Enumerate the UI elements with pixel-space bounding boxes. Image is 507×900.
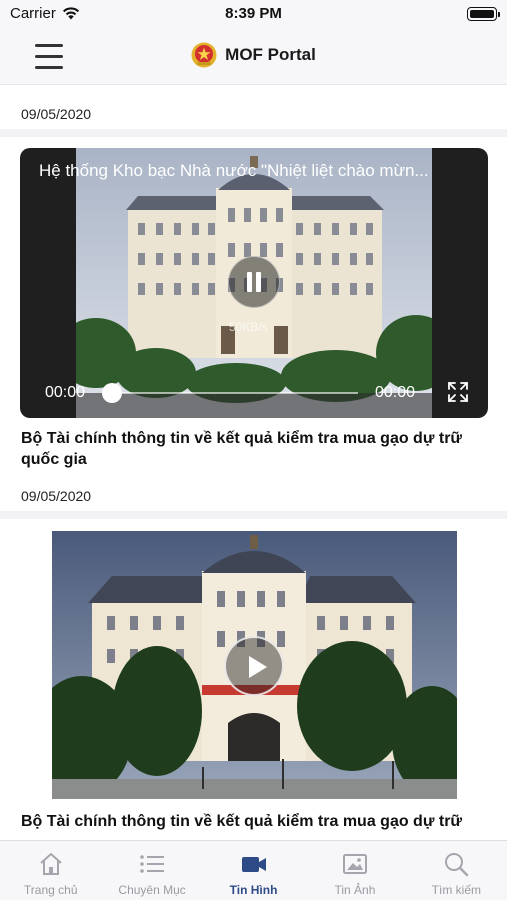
tab-chuyen-muc[interactable]: Chuyên Mục bbox=[101, 841, 202, 900]
search-icon bbox=[445, 853, 469, 877]
seek-bar[interactable] bbox=[112, 392, 358, 394]
tab-label: Tin Ảnh bbox=[334, 883, 376, 897]
duration: 00:00 bbox=[375, 384, 416, 401]
tab-bar: Trang chủ Chuyên Mục Tin Hình Tin Ảnh Tì… bbox=[0, 840, 507, 900]
item-date: 09/05/2020 bbox=[21, 488, 92, 504]
video-camera-icon bbox=[241, 857, 266, 872]
status-time: 8:39 PM bbox=[225, 5, 282, 22]
list-icon bbox=[140, 855, 165, 873]
tab-label: Chuyên Mục bbox=[118, 883, 186, 897]
fullscreen-icon[interactable] bbox=[447, 381, 469, 403]
video-thumbnail[interactable] bbox=[52, 531, 457, 799]
tab-label: Trang chủ bbox=[23, 883, 78, 897]
current-time: 00:00 bbox=[45, 384, 86, 401]
article-headline[interactable]: Bộ Tài chính thông tin về kết quả kiểm t… bbox=[21, 811, 481, 834]
buffer-speed: 50KB/s bbox=[229, 320, 268, 334]
video-title: Hệ thống Kho bạc Nhà nước "Nhiệt liệt ch… bbox=[39, 161, 429, 180]
tab-tim-kiem[interactable]: Tìm kiếm bbox=[406, 841, 507, 900]
navigation-bar: MOF Portal bbox=[0, 30, 507, 85]
status-bar: Carrier 8:39 PM bbox=[0, 0, 507, 30]
tab-label: Tin Hình bbox=[229, 883, 278, 897]
pause-button[interactable] bbox=[228, 256, 280, 308]
home-icon bbox=[40, 853, 62, 875]
article-headline[interactable]: Bộ Tài chính thông tin về kết quả kiểm t… bbox=[21, 428, 481, 470]
brand: MOF Portal bbox=[0, 42, 507, 68]
photo-icon bbox=[342, 854, 367, 874]
tab-label: Tìm kiếm bbox=[431, 883, 481, 897]
news-feed[interactable]: 09/05/2020 Hệ thống Kho bạc Nhà nước "Nh… bbox=[0, 86, 507, 840]
video-player[interactable]: Hệ thống Kho bạc Nhà nước "Nhiệt liệt ch… bbox=[20, 148, 488, 418]
separator bbox=[0, 511, 507, 519]
tab-trang-chu[interactable]: Trang chủ bbox=[0, 841, 101, 900]
tab-tin-hinh[interactable]: Tin Hình bbox=[203, 841, 304, 900]
app-title: MOF Portal bbox=[225, 45, 316, 64]
seek-thumb[interactable] bbox=[102, 383, 122, 403]
battery-icon bbox=[467, 7, 500, 21]
tab-tin-anh[interactable]: Tin Ảnh bbox=[304, 841, 405, 900]
play-button[interactable] bbox=[224, 636, 284, 696]
state-emblem-icon bbox=[191, 42, 217, 68]
item-date: 09/05/2020 bbox=[21, 106, 92, 122]
separator bbox=[0, 129, 507, 137]
